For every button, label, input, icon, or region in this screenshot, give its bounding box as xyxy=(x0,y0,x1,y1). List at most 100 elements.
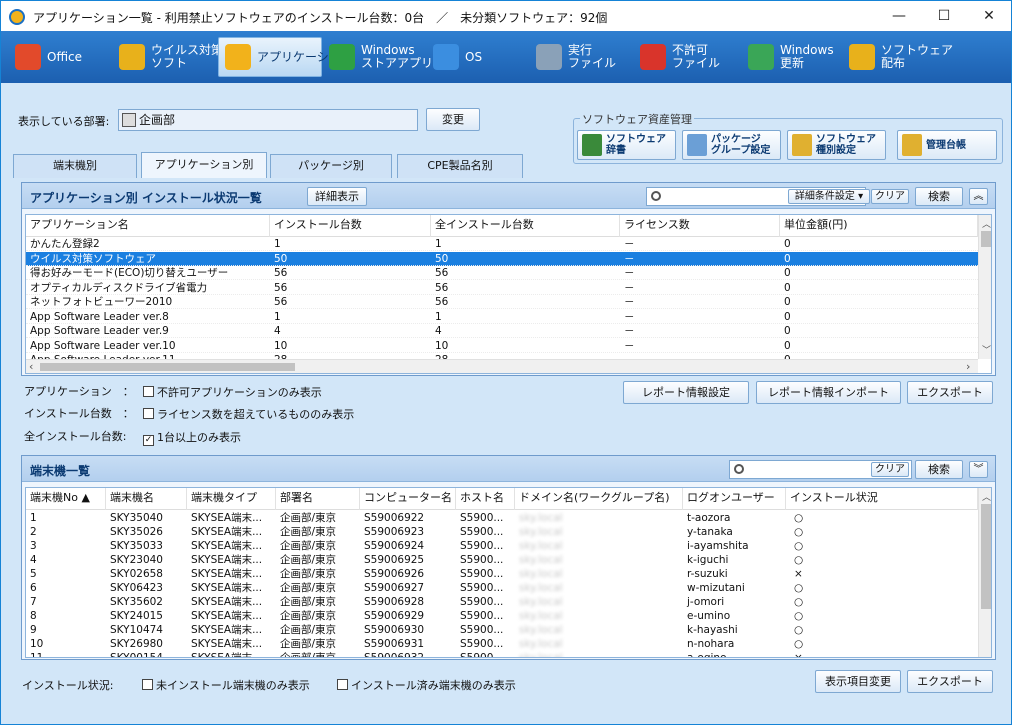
terminal-col-header[interactable]: 端末機No ▲ xyxy=(26,488,106,510)
terminal-col-header[interactable]: ホスト名 xyxy=(456,488,515,510)
toolbar-application-button[interactable]: アプリケーション xyxy=(218,37,353,77)
collapse-down-button[interactable]: ︾ xyxy=(969,461,988,478)
maximize-button[interactable]: ☐ xyxy=(921,1,967,31)
minimize-button[interactable]: — xyxy=(876,1,922,31)
table-cell: 得お好みーモード(ECO)切り替えユーザー xyxy=(30,267,229,279)
scroll-left-icon[interactable]: ‹ xyxy=(29,360,33,373)
checkbox-box[interactable] xyxy=(143,386,154,397)
checkbox-box[interactable] xyxy=(143,408,154,419)
toolbar-windows-update-button[interactable]: Windows 更新 xyxy=(742,37,838,77)
app-horizontal-scrollbar[interactable]: ‹ › xyxy=(26,359,978,373)
table-row[interactable]: 8 SKY24015 SKYSEA端末... 企画部/東京 S59006929 S5900… xyxy=(26,609,978,623)
terminal-col-header[interactable]: ドメイン名(ワークグループ名) xyxy=(515,488,683,510)
tab-3[interactable]: CPE製品名別 xyxy=(397,154,523,178)
app-col-header[interactable]: アプリケーション名 xyxy=(26,215,270,237)
terminal-col-header[interactable]: 端末機タイプ xyxy=(187,488,276,510)
toolbar-exe-file-button[interactable]: 実行 ファイル xyxy=(530,37,628,77)
tab-2[interactable]: パッケージ別 xyxy=(270,154,392,178)
table-row[interactable]: 得お好みーモード(ECO)切り替えユーザー 56 56 － 0 xyxy=(26,266,978,280)
terminal-col-header[interactable]: 部署名 xyxy=(276,488,360,510)
app-grid-header: アプリケーション名 インストール台数 全インストール台数 ライセンス数 単位金額(円) xyxy=(26,215,978,237)
table-cell: S5900... xyxy=(460,512,504,524)
terminal-col-header[interactable]: ログオンユーザー xyxy=(683,488,786,510)
table-row[interactable]: 4 SKY23040 SKYSEA端末... 企画部/東京 S59006925 S5900… xyxy=(26,553,978,567)
terminal-clear-button[interactable]: クリア xyxy=(871,462,909,477)
ledger-button[interactable]: 管理台帳 xyxy=(897,130,997,160)
terminal-col-header[interactable]: インストール状況 xyxy=(786,488,978,510)
app-export-button[interactable]: エクスポート xyxy=(907,381,993,404)
column-settings-button[interactable]: 表示項目変更 xyxy=(815,670,901,693)
scroll-up-icon[interactable]: ︿ xyxy=(982,217,991,230)
table-row[interactable]: 10 SKY26980 SKYSEA端末... 企画部/東京 S59006931 S590… xyxy=(26,637,978,651)
table-row[interactable]: 9 SKY10474 SKYSEA端末... 企画部/東京 S59006930 S5900… xyxy=(26,623,978,637)
table-cell: 企画部/東京 xyxy=(280,554,337,566)
app-col-header[interactable]: インストール台数 xyxy=(270,215,431,237)
table-row[interactable]: 3 SKY35033 SKYSEA端末... 企画部/東京 S59006924 S5900… xyxy=(26,539,978,553)
tab-0[interactable]: 端末機別 xyxy=(13,154,137,178)
app-vertical-scrollbar[interactable]: ︿ ﹀ xyxy=(978,215,991,359)
app-search-button[interactable]: 検索 xyxy=(915,187,963,206)
close-button[interactable]: ✕ xyxy=(966,1,1012,31)
hscroll-thumb[interactable] xyxy=(40,363,295,371)
installed-checkbox[interactable]: インストール済み端末機のみ表示 xyxy=(337,677,516,693)
table-row[interactable]: App Software Leader ver.9 4 4 － 0 xyxy=(26,324,978,338)
app-clear-button[interactable]: クリア xyxy=(871,189,909,204)
collapse-up-button[interactable]: ︽ xyxy=(969,188,988,205)
toolbar-os-disc-button[interactable]: OS xyxy=(427,37,523,77)
table-row[interactable]: ネットフォトビューワー2010 56 56 － 0 xyxy=(26,295,978,309)
table-row[interactable]: App Software Leader ver.8 1 1 － 0 xyxy=(26,310,978,324)
not-installed-checkbox[interactable]: 未インストール端末機のみ表示 xyxy=(142,677,310,693)
terminal-search-button[interactable]: 検索 xyxy=(915,460,963,479)
tab-1[interactable]: アプリケーション別 xyxy=(141,152,267,178)
table-row[interactable]: ウイルス対策ソフトウェア 50 50 － 0 xyxy=(26,251,978,266)
app-col-header[interactable]: 単位金額(円) xyxy=(780,215,978,237)
table-row[interactable]: かんたん登録2 1 1 － 0 xyxy=(26,237,978,251)
advanced-filter-button[interactable]: 詳細条件設定 ▾ xyxy=(788,189,870,204)
change-dept-button[interactable]: 変更 xyxy=(426,108,480,131)
toolbar-software-distribution-button[interactable]: ソフトウェア 配布 xyxy=(843,37,953,77)
toolbar-shield-button[interactable]: ウイルス対策 ソフト xyxy=(113,37,223,77)
over-license-checkbox[interactable]: ライセンス数を超えているもののみ表示 xyxy=(143,406,354,422)
report-import-button[interactable]: レポート情報インポート xyxy=(756,381,901,404)
detail-view-button[interactable]: 詳細表示 xyxy=(307,187,367,206)
scroll-thumb[interactable] xyxy=(981,504,991,609)
toolbar-forbidden-file-button[interactable]: 不許可 ファイル xyxy=(634,37,736,77)
checkbox-box[interactable] xyxy=(337,679,348,690)
scroll-up-icon[interactable]: ︿ xyxy=(982,490,991,503)
scroll-thumb[interactable] xyxy=(981,231,991,247)
table-row[interactable]: App Software Leader ver.10 10 10 － 0 xyxy=(26,339,978,353)
table-cell: 3 xyxy=(30,540,37,552)
table-cell: S5900... xyxy=(460,540,504,552)
checkbox-checked-icon[interactable]: ✓ xyxy=(143,435,154,446)
toolbar-office-button[interactable]: Office xyxy=(9,37,107,77)
app-col-header[interactable]: ライセンス数 xyxy=(620,215,780,237)
table-row[interactable]: 5 SKY02658 SKYSEA端末... 企画部/東京 S59006926 S5900… xyxy=(26,567,978,581)
scroll-right-icon[interactable]: › xyxy=(966,360,970,373)
all-install-filter-label: 全インストール台数: xyxy=(24,430,127,443)
package-group-button[interactable]: パッケージ グループ設定 xyxy=(682,130,781,160)
terminal-export-button[interactable]: エクスポート xyxy=(907,670,993,693)
table-cell: 1 xyxy=(30,512,37,524)
one-or-more-checkbox[interactable]: ✓ 1台以上のみ表示 xyxy=(143,429,241,446)
toolbar-windows-store-button[interactable]: Windows ストアアプリ xyxy=(323,37,433,77)
dictionary-button[interactable]: ソフトウェア 辞書 xyxy=(577,130,676,160)
terminal-vertical-scrollbar[interactable]: ︿ xyxy=(978,488,991,657)
table-cell: sky.local xyxy=(519,638,563,650)
forbidden-only-checkbox[interactable]: 不許可アプリケーションのみ表示 xyxy=(143,384,322,400)
table-row[interactable]: 6 SKY06423 SKYSEA端末... 企画部/東京 S59006927 S5900… xyxy=(26,581,978,595)
terminal-col-header[interactable]: 端末機名 xyxy=(106,488,187,510)
scroll-down-icon[interactable]: ﹀ xyxy=(982,343,991,356)
table-row[interactable]: 11 SKY00154 SKYSEA端末... 企画部/東京 S59006932 S590… xyxy=(26,651,978,657)
checkbox-box[interactable] xyxy=(142,679,153,690)
software-type-button[interactable]: ソフトウェア 種別設定 xyxy=(787,130,886,160)
table-cell: App Software Leader ver.8 xyxy=(30,310,169,323)
table-row[interactable]: 7 SKY35602 SKYSEA端末... 企画部/東京 S59006928 S5900… xyxy=(26,595,978,609)
table-row[interactable]: 2 SKY35026 SKYSEA端末... 企画部/東京 S59006923 S5900… xyxy=(26,525,978,539)
table-row[interactable]: 1 SKY35040 SKYSEA端末... 企画部/東京 S59006922 S5900… xyxy=(26,511,978,525)
terminal-col-header[interactable]: コンピューター名 xyxy=(360,488,456,510)
table-row[interactable]: オプティカルディスクドライブ省電力 56 56 － 0 xyxy=(26,281,978,295)
report-settings-button[interactable]: レポート情報設定 xyxy=(623,381,749,404)
table-cell: S5900... xyxy=(460,610,504,622)
app-col-header[interactable]: 全インストール台数 xyxy=(431,215,620,237)
table-cell: SKY23040 xyxy=(110,554,163,566)
